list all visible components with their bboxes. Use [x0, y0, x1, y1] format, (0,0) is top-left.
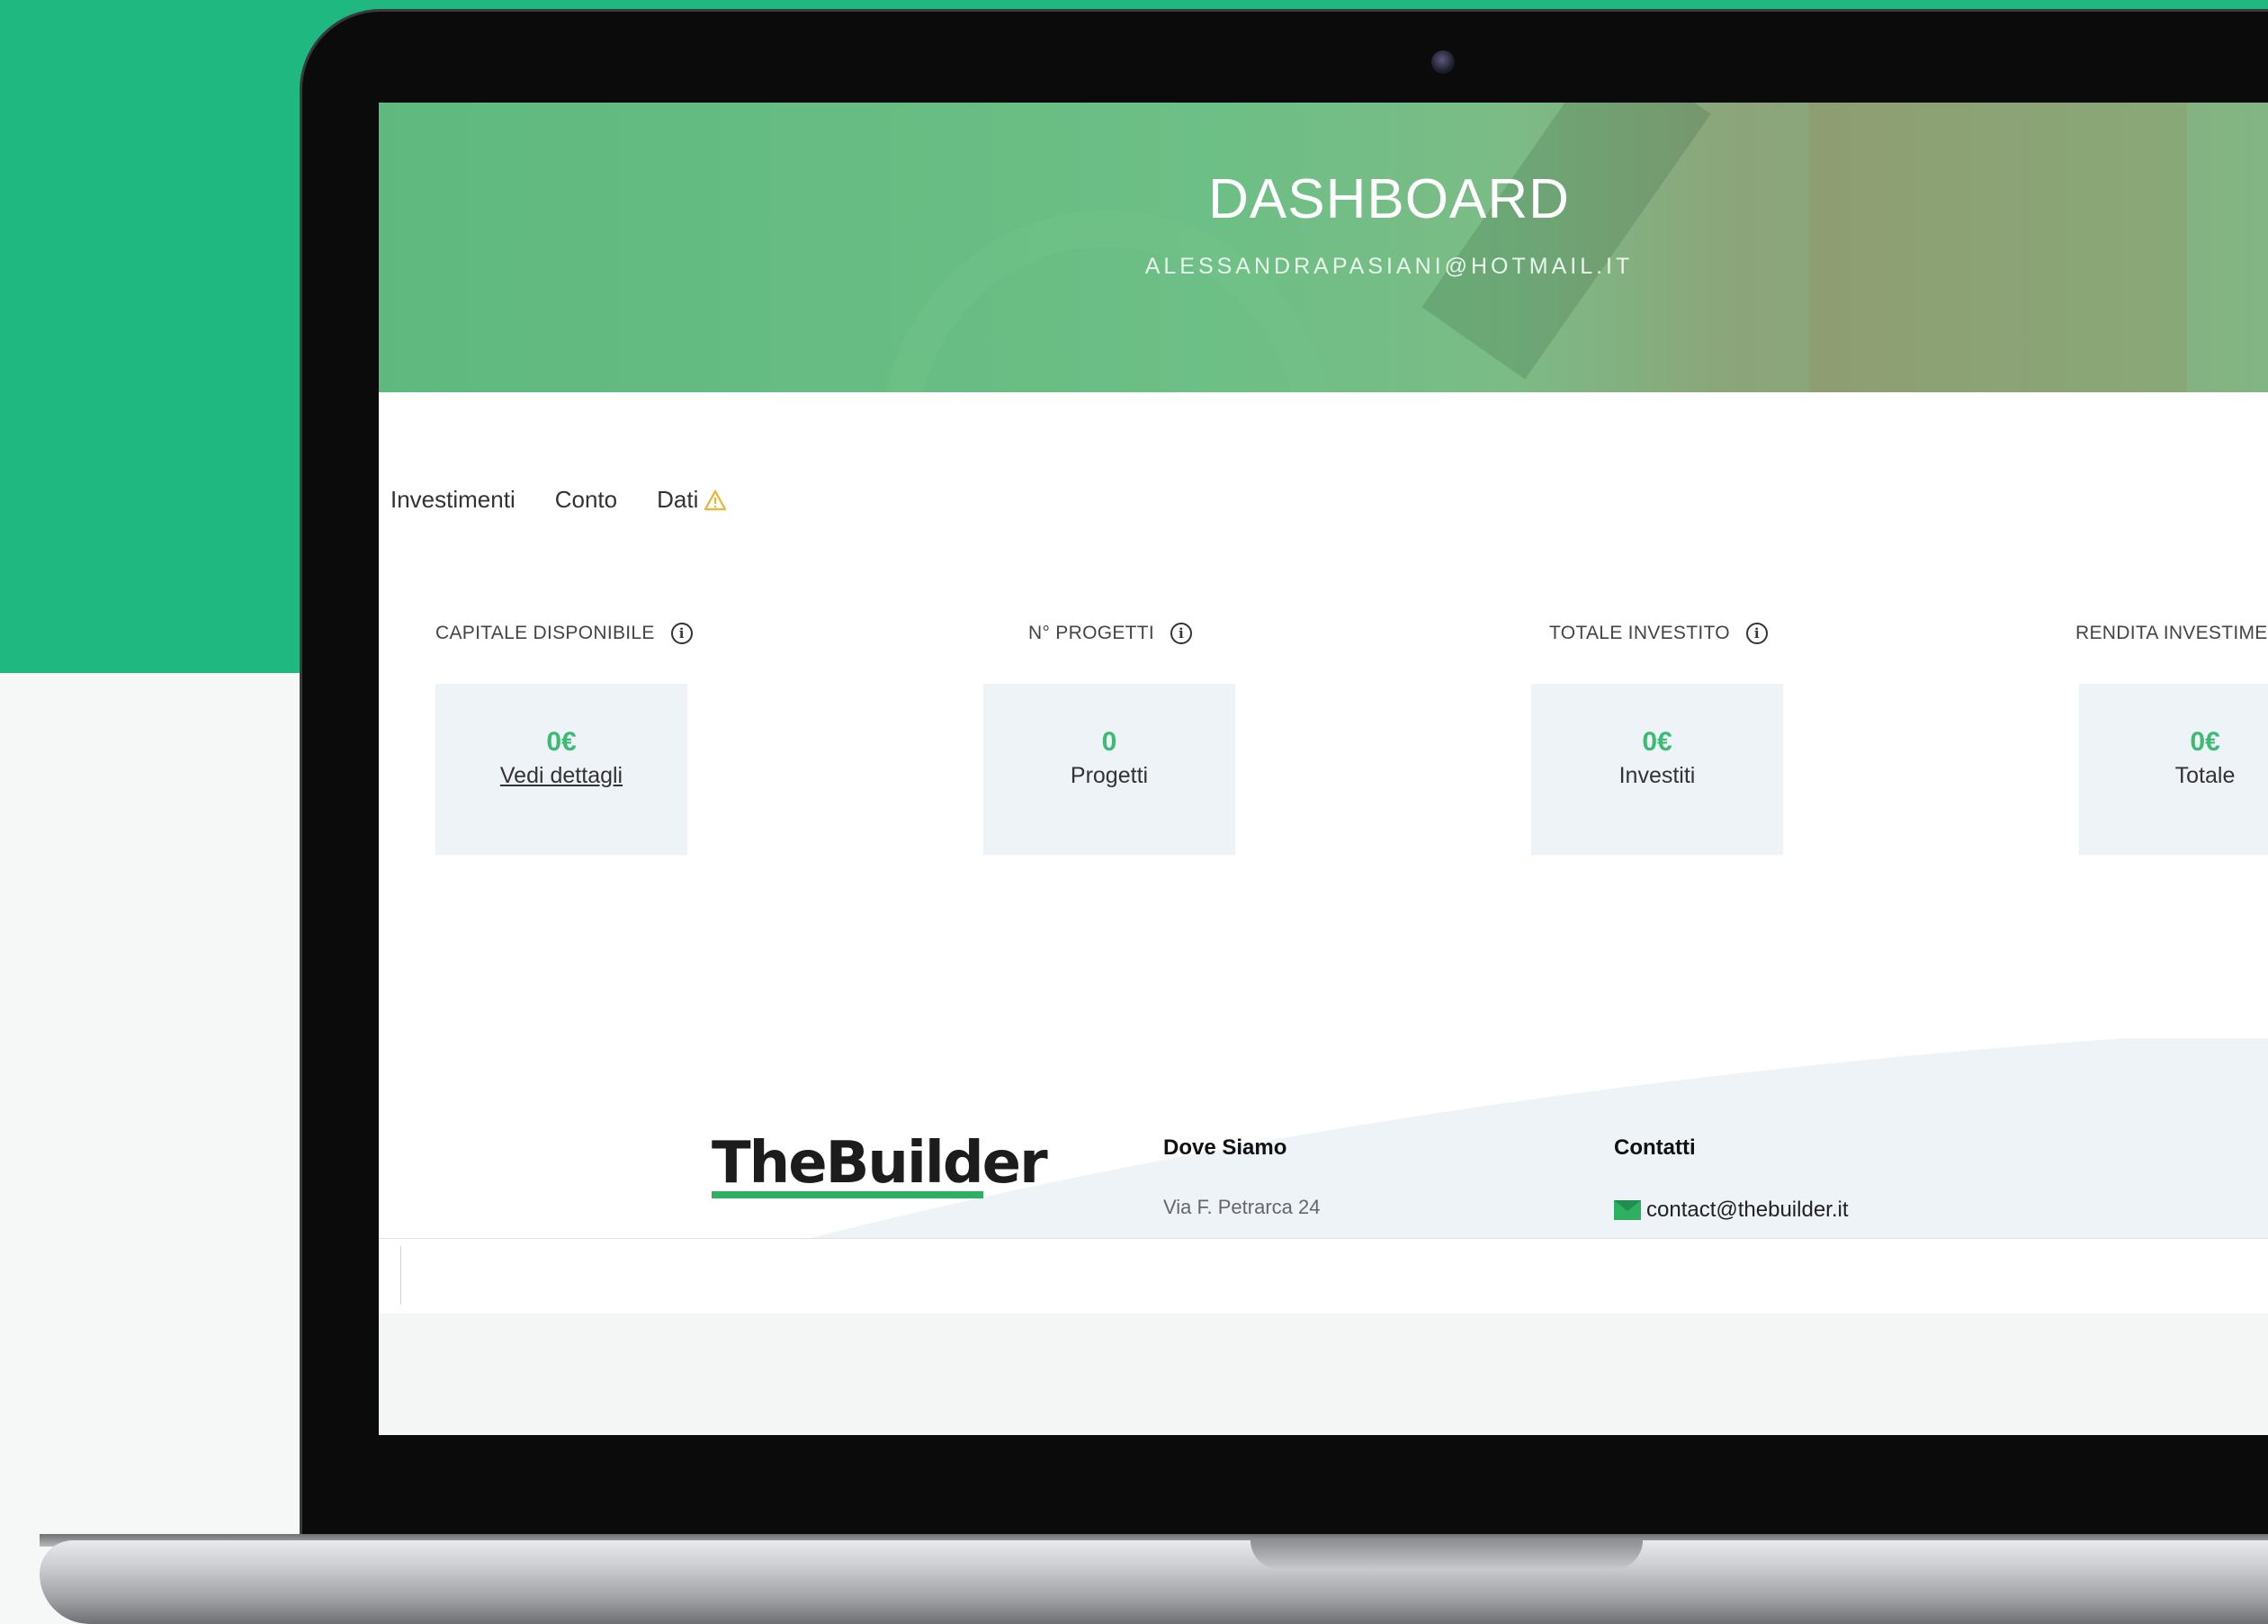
- tab-label: Investimenti: [390, 486, 515, 513]
- footer-location-heading: Dove Siamo: [1163, 1135, 1287, 1160]
- webcam-icon: [1431, 50, 1455, 74]
- laptop-base: [40, 1540, 2268, 1624]
- logo-underline: [712, 1191, 983, 1198]
- stat-value: 0€: [1642, 727, 1672, 757]
- footer-email-link[interactable]: contact@thebuilder.it: [1614, 1198, 1849, 1223]
- tab-label: Dati: [657, 486, 699, 513]
- stat-caption: Totale: [2174, 763, 2236, 788]
- stat-card-capitale: 0€ Vedi dettagli: [435, 684, 687, 855]
- laptop-notch: [1251, 1540, 1643, 1569]
- dashboard-hero: DASHBOARD ALESSANDRAPASIANI@HOTMAIL.IT: [379, 103, 2268, 392]
- stat-label-rendita: RENDITA INVESTIMEN: [2075, 623, 2268, 644]
- footer-bottom: [379, 1239, 2268, 1435]
- dashboard-tabs: Investimenti Conto Dati: [390, 486, 727, 514]
- page-title: DASHBOARD: [1208, 168, 1570, 230]
- laptop-screen: DASHBOARD ALESSANDRAPASIANI@HOTMAIL.IT I…: [379, 103, 2268, 1435]
- stat-card-progetti: 0 Progetti: [983, 684, 1235, 855]
- stat-card-investito: 0€ Investiti: [1531, 684, 1783, 855]
- hero-decor-building: [1809, 103, 2187, 392]
- stat-label-progetti: N° PROGETTI i: [1028, 623, 1193, 644]
- stat-label-text: TOTALE INVESTITO: [1549, 623, 1730, 643]
- footer-bottom-divider: [400, 1246, 401, 1305]
- tab-investimenti[interactable]: Investimenti: [390, 486, 515, 514]
- footer-email-text: contact@thebuilder.it: [1646, 1198, 1849, 1222]
- vedi-dettagli-link[interactable]: Vedi dettagli: [435, 763, 687, 789]
- stat-card-rendita: 0€ Totale: [2079, 684, 2268, 855]
- info-icon[interactable]: i: [670, 623, 693, 644]
- stat-value: 0€: [546, 727, 577, 757]
- stat-value: 0: [1101, 727, 1117, 757]
- user-email: ALESSANDRAPASIANI@HOTMAIL.IT: [1144, 254, 1634, 279]
- footer-address: Via F. Petrarca 24: [1163, 1196, 1321, 1218]
- info-icon[interactable]: i: [1745, 623, 1768, 644]
- stat-label-text: RENDITA INVESTIMEN: [2075, 623, 2268, 643]
- stat-label-text: CAPITALE DISPONIBILE: [435, 623, 655, 643]
- tab-conto[interactable]: Conto: [555, 486, 617, 514]
- stat-caption: Progetti: [1070, 763, 1149, 788]
- footer-bottom-band: [379, 1314, 2268, 1435]
- stat-label-capitale: CAPITALE DISPONIBILE i: [435, 623, 693, 644]
- tab-label: Conto: [554, 486, 618, 513]
- mail-icon: [1614, 1200, 1641, 1220]
- hero-decor-roof: [1421, 103, 1711, 380]
- thebuilder-logo[interactable]: TheBuilder: [712, 1130, 1048, 1197]
- footer-contacts-heading: Contatti: [1614, 1135, 1696, 1160]
- stat-label-investito: TOTALE INVESTITO i: [1549, 623, 1768, 644]
- stat-caption: Investiti: [1618, 763, 1696, 788]
- info-icon[interactable]: i: [1170, 623, 1193, 644]
- hero-decor-circle: [883, 211, 1332, 392]
- stat-value: 0€: [2190, 727, 2220, 757]
- stat-label-text: N° PROGETTI: [1028, 623, 1155, 643]
- tab-dati[interactable]: Dati: [657, 486, 727, 514]
- warning-icon: [704, 489, 727, 510]
